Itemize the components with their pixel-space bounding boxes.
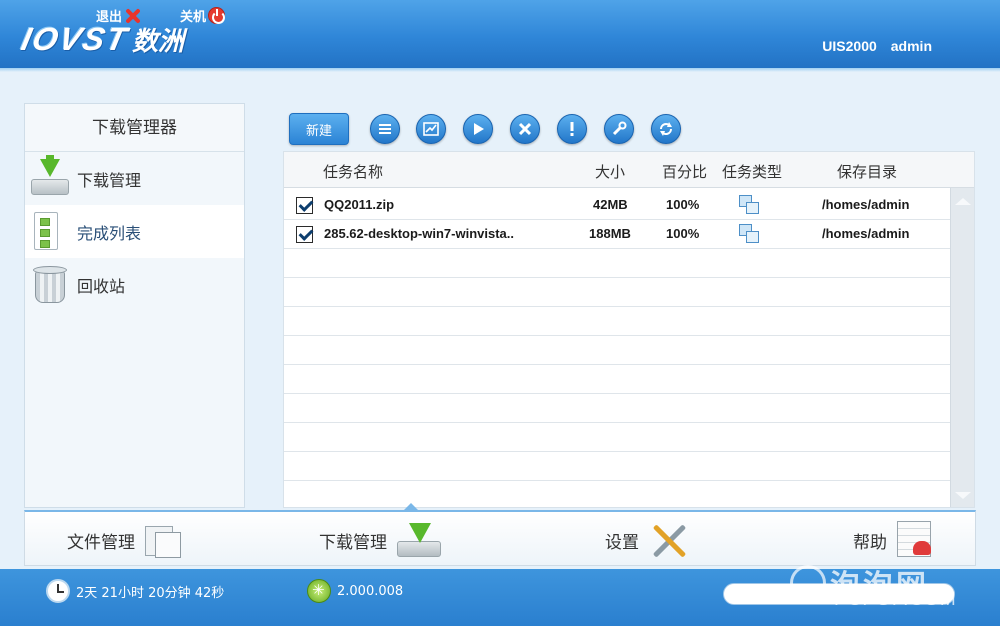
empty-row	[284, 452, 950, 481]
table-row[interactable]: 285.62-desktop-win7-winvista.. 188MB 100…	[284, 220, 950, 249]
empty-row	[284, 423, 950, 452]
uptime-status: 2天 21小时 20分钟 42秒	[46, 579, 224, 603]
uptime-text: 2天 21小时 20分钟 42秒	[76, 585, 225, 601]
list-view-button[interactable]	[370, 114, 400, 144]
info-button[interactable]	[557, 114, 587, 144]
sidebar-item-label: 下载管理	[77, 170, 142, 190]
column-header-percent[interactable]: 百分比	[662, 161, 707, 182]
stats-button[interactable]	[416, 114, 446, 144]
sidebar-item-recycle-bin[interactable]: 回收站	[25, 258, 244, 311]
device-name: UIS2000	[822, 38, 877, 54]
nav-label: 帮助	[853, 532, 887, 553]
task-size: 42MB	[593, 197, 628, 212]
task-name: QQ2011.zip	[324, 197, 395, 212]
help-icon	[897, 521, 935, 559]
table-scrollbar[interactable]	[950, 188, 974, 507]
alert-icon	[570, 122, 574, 136]
task-table: 任务名称 大小 百分比 任务类型 保存目录 QQ2011.zip 42MB 10…	[283, 151, 975, 508]
version-text: 2.000.008	[337, 583, 404, 599]
watermark-logo-icon	[790, 565, 826, 601]
sidebar-item-label: 回收站	[77, 276, 126, 296]
list-icon	[31, 211, 69, 252]
settings-button[interactable]	[604, 114, 634, 144]
nav-download-manager[interactable]: 下载管理	[319, 520, 443, 560]
play-icon	[474, 123, 484, 135]
column-header-size[interactable]: 大小	[595, 161, 625, 182]
row-checkbox[interactable]	[296, 197, 313, 214]
logo-text: IOVST	[18, 20, 132, 57]
delete-button[interactable]	[510, 114, 540, 144]
active-nav-pointer	[403, 503, 419, 511]
logo-cn: 数洲	[132, 26, 185, 57]
app-header: 退出 关机 IOVST 数洲 UIS2000 admin	[0, 0, 1000, 68]
version-icon	[307, 579, 331, 603]
nav-label: 文件管理	[67, 532, 135, 553]
nav-label: 设置	[605, 532, 639, 553]
nav-label: 下载管理	[319, 532, 387, 553]
column-header-type[interactable]: 任务类型	[722, 161, 782, 182]
tools-icon	[649, 520, 689, 560]
http-icon	[739, 195, 759, 215]
column-header-name[interactable]: 任务名称	[323, 161, 383, 182]
sidebar-item-label: 完成列表	[77, 223, 142, 243]
refresh-button[interactable]	[651, 114, 681, 144]
wrench-icon	[612, 121, 627, 136]
task-dir: /homes/admin	[822, 197, 910, 212]
list-icon	[379, 124, 391, 134]
recycle-bin-icon	[31, 265, 69, 305]
chart-icon	[423, 122, 439, 136]
new-task-button[interactable]: 新建	[289, 113, 349, 145]
sidebar-item-download-manage[interactable]: 下载管理	[25, 152, 244, 205]
user-info: UIS2000 admin	[822, 38, 932, 54]
nav-settings[interactable]: 设置	[605, 520, 689, 560]
empty-row	[284, 336, 950, 365]
version-status: 2.000.008	[307, 579, 403, 603]
empty-row	[284, 249, 950, 278]
power-icon	[208, 7, 226, 24]
nav-file-manager[interactable]: 文件管理	[67, 520, 183, 560]
scroll-down-arrow-icon[interactable]	[955, 492, 971, 499]
sidebar-title: 下载管理器	[25, 104, 244, 152]
shutdown-button[interactable]: 关机	[180, 6, 226, 25]
task-percent: 100%	[666, 226, 700, 241]
download-icon	[31, 154, 69, 199]
http-icon	[739, 224, 759, 244]
row-checkbox[interactable]	[296, 226, 313, 243]
delete-icon	[518, 122, 532, 136]
user-name: admin	[890, 38, 932, 54]
sidebar-item-completed-list[interactable]: 完成列表	[25, 205, 244, 258]
empty-row	[284, 394, 950, 423]
folder-icon	[145, 522, 183, 558]
empty-row	[284, 365, 950, 394]
sidebar: 下载管理器 下载管理 完成列表 回收站	[24, 103, 245, 508]
status-bar: 2天 21小时 20分钟 42秒 2.000.008 泡泡网 PCPOP.COM	[0, 565, 1000, 626]
clock-icon	[46, 579, 70, 603]
bottom-nav: 文件管理 下载管理 设置 帮助	[24, 503, 976, 566]
task-percent: 100%	[666, 197, 700, 212]
table-header: 任务名称 大小 百分比 任务类型 保存目录	[284, 152, 974, 188]
table-row[interactable]: QQ2011.zip 42MB 100% /homes/admin	[284, 191, 950, 220]
start-button[interactable]	[463, 114, 493, 144]
empty-row	[284, 278, 950, 307]
app-logo: IOVST 数洲	[18, 21, 185, 57]
task-dir: /homes/admin	[822, 226, 910, 241]
task-size: 188MB	[589, 226, 631, 241]
header-divider	[0, 68, 1000, 72]
toolbar: 新建	[289, 112, 349, 146]
empty-row	[284, 307, 950, 336]
task-name: 285.62-desktop-win7-winvista..	[324, 226, 515, 241]
refresh-icon	[660, 122, 672, 136]
watermark-url: PCPOP.COM	[834, 589, 957, 610]
column-header-dir[interactable]: 保存目录	[837, 161, 897, 182]
nav-help[interactable]: 帮助	[853, 520, 935, 560]
scroll-up-arrow-icon[interactable]	[955, 198, 971, 205]
download-icon	[397, 521, 443, 559]
